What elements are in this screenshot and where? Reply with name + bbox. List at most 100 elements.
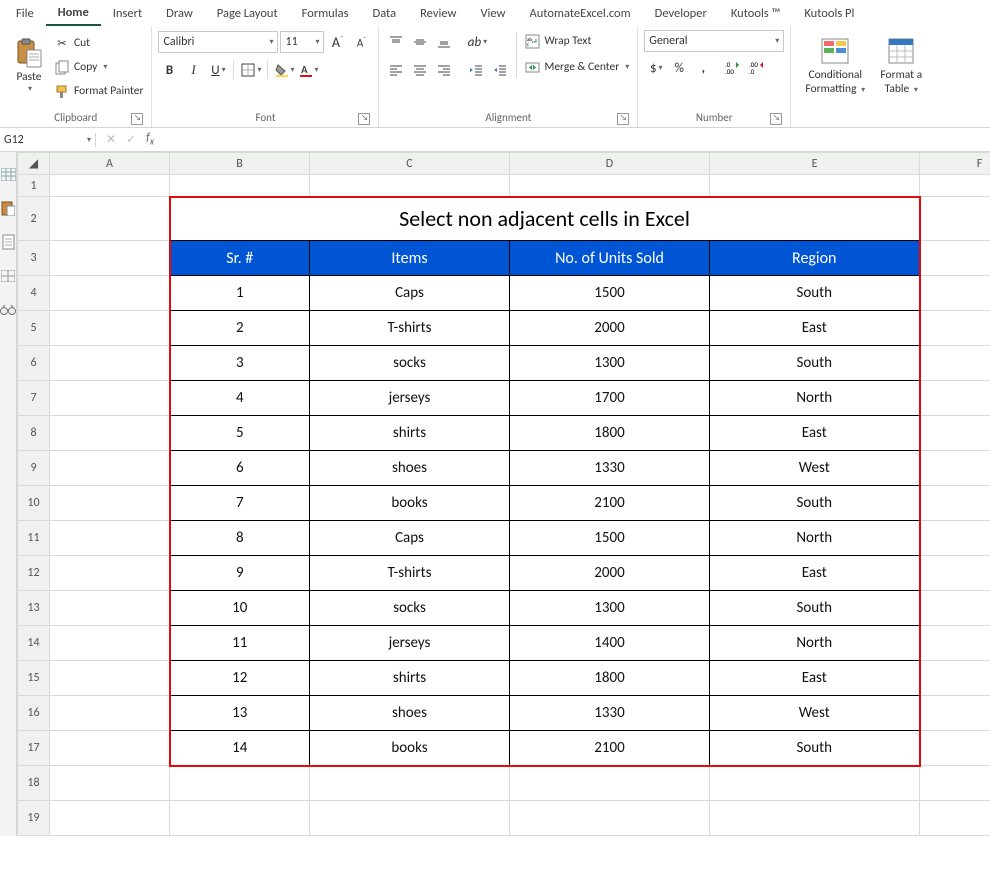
cell[interactable]: [920, 801, 990, 836]
cell[interactable]: 1700: [510, 381, 710, 416]
copy-button[interactable]: Copy ▾: [52, 56, 145, 78]
cell[interactable]: 2100: [510, 486, 710, 521]
tab-draw[interactable]: Draw: [154, 2, 205, 25]
cell[interactable]: [310, 175, 510, 197]
underline-button[interactable]: U▾: [206, 59, 228, 81]
cell[interactable]: [50, 731, 170, 766]
cell[interactable]: 13: [170, 696, 310, 731]
increase-font-button[interactable]: Aˆ: [326, 31, 348, 53]
cell[interactable]: [170, 801, 310, 836]
row-header[interactable]: 11: [18, 521, 50, 556]
row-header[interactable]: 16: [18, 696, 50, 731]
tab-data[interactable]: Data: [361, 2, 409, 25]
cell[interactable]: shirts: [310, 661, 510, 696]
cell[interactable]: [50, 381, 170, 416]
row-header[interactable]: 5: [18, 311, 50, 346]
cell[interactable]: 8: [170, 521, 310, 556]
row-header[interactable]: 3: [18, 241, 50, 276]
cell[interactable]: jerseys: [310, 626, 510, 661]
font-size-select[interactable]: 11 ▾: [280, 31, 324, 53]
cell[interactable]: South: [710, 486, 920, 521]
cell[interactable]: [50, 591, 170, 626]
fill-color-button[interactable]: ▾: [273, 59, 295, 81]
name-box[interactable]: G12 ▾: [0, 133, 96, 147]
cell[interactable]: [50, 197, 170, 241]
dialog-launcher-icon[interactable]: ↘: [617, 113, 629, 125]
align-top-button[interactable]: [385, 31, 407, 53]
cell[interactable]: [50, 276, 170, 311]
cell[interactable]: [920, 175, 990, 197]
cell[interactable]: [50, 416, 170, 451]
col-header-a[interactable]: A: [50, 153, 170, 175]
cut-button[interactable]: ✂ Cut: [52, 32, 145, 54]
row-header[interactable]: 13: [18, 591, 50, 626]
cell[interactable]: [50, 486, 170, 521]
align-left-button[interactable]: [385, 59, 407, 81]
side-table-icon[interactable]: [0, 166, 16, 182]
tab-insert[interactable]: Insert: [101, 2, 154, 25]
cell[interactable]: [510, 766, 710, 801]
cell[interactable]: [50, 346, 170, 381]
conditional-formatting-button[interactable]: Conditional Formatting ▾: [797, 30, 873, 102]
cell[interactable]: [920, 696, 990, 731]
cell[interactable]: [920, 556, 990, 591]
cell[interactable]: [50, 661, 170, 696]
cell[interactable]: books: [310, 731, 510, 766]
cancel-icon[interactable]: ✕: [106, 132, 116, 147]
italic-button[interactable]: I: [182, 59, 204, 81]
cell[interactable]: [50, 311, 170, 346]
increase-indent-button[interactable]: [489, 59, 511, 81]
col-header-b[interactable]: B: [170, 153, 310, 175]
fx-icon[interactable]: fx: [146, 131, 154, 147]
cell[interactable]: 7: [170, 486, 310, 521]
cell[interactable]: books: [310, 486, 510, 521]
row-header[interactable]: 19: [18, 801, 50, 836]
cell[interactable]: 1800: [510, 416, 710, 451]
cell[interactable]: South: [710, 276, 920, 311]
cell[interactable]: Region: [710, 241, 920, 276]
cell[interactable]: [920, 197, 990, 241]
cell[interactable]: 10: [170, 591, 310, 626]
font-color-button[interactable]: A▾: [297, 59, 319, 81]
borders-button[interactable]: ▾: [239, 59, 261, 81]
cell[interactable]: West: [710, 696, 920, 731]
cell[interactable]: 1300: [510, 346, 710, 381]
tab-developer[interactable]: Developer: [643, 2, 719, 25]
cell[interactable]: East: [710, 556, 920, 591]
cell[interactable]: T-shirts: [310, 311, 510, 346]
col-header-e[interactable]: E: [710, 153, 920, 175]
align-right-button[interactable]: [433, 59, 455, 81]
paste-button[interactable]: Paste ▾: [6, 30, 52, 102]
comma-format-button[interactable]: ,: [692, 57, 714, 79]
cell[interactable]: [710, 175, 920, 197]
cell[interactable]: [710, 766, 920, 801]
cell[interactable]: 14: [170, 731, 310, 766]
cell[interactable]: 1500: [510, 521, 710, 556]
row-header[interactable]: 18: [18, 766, 50, 801]
tab-review[interactable]: Review: [408, 2, 468, 25]
cell[interactable]: [50, 241, 170, 276]
cell[interactable]: 2000: [510, 556, 710, 591]
cell[interactable]: Select non adjacent cells in Excel: [170, 197, 920, 241]
font-name-select[interactable]: Calibri ▾: [158, 31, 278, 53]
cell[interactable]: 1500: [510, 276, 710, 311]
cell[interactable]: shirts: [310, 416, 510, 451]
cell[interactable]: [920, 486, 990, 521]
cell[interactable]: 9: [170, 556, 310, 591]
cell[interactable]: 1: [170, 276, 310, 311]
tab-kutools[interactable]: Kutools ™: [719, 2, 793, 25]
cell[interactable]: 1400: [510, 626, 710, 661]
cell[interactable]: 4: [170, 381, 310, 416]
spreadsheet-grid[interactable]: ◢ A B C D E F 12Select non adjacent cell…: [17, 152, 990, 836]
align-center-button[interactable]: [409, 59, 431, 81]
increase-decimal-button[interactable]: .0.00: [722, 57, 744, 79]
merge-center-button[interactable]: Merge & Center ▾: [522, 56, 631, 78]
accounting-format-button[interactable]: $▾: [644, 57, 666, 79]
tab-kutools-plus[interactable]: Kutools Pl: [792, 2, 866, 25]
cell[interactable]: 11: [170, 626, 310, 661]
cell[interactable]: [920, 241, 990, 276]
cell[interactable]: [510, 175, 710, 197]
cell[interactable]: [920, 346, 990, 381]
row-header[interactable]: 15: [18, 661, 50, 696]
row-header[interactable]: 6: [18, 346, 50, 381]
